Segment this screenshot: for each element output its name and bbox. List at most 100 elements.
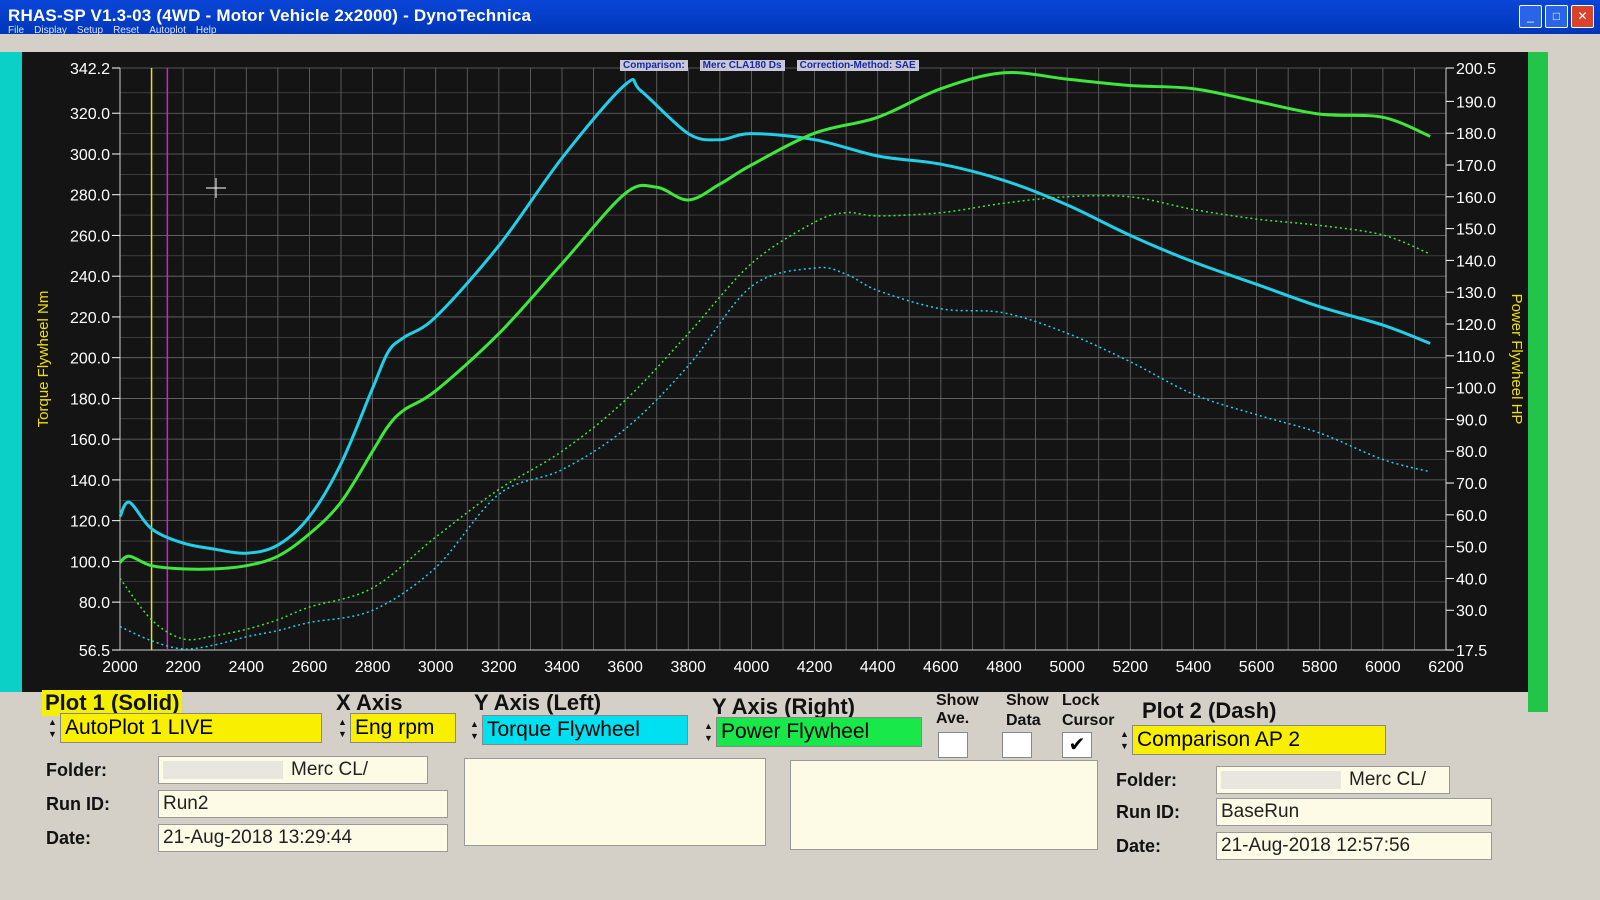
- comparison-info-bar: Comparison: Merc CLA180 Ds Correction-Meth…: [620, 60, 931, 72]
- plot1-folder-field[interactable]: Merc CL/: [158, 756, 428, 784]
- y-tick-label: 160.0: [70, 432, 110, 449]
- y2-tick-label: 200.5: [1456, 61, 1496, 78]
- plot2-notes-box[interactable]: [790, 760, 1098, 850]
- plot2-date-label: Date:: [1116, 836, 1162, 856]
- plot2-selector[interactable]: ▲ ▼ Comparison AP 2: [1120, 725, 1386, 755]
- y-tick-label: 80.0: [79, 595, 110, 612]
- x-tick-label: 4200: [797, 659, 833, 676]
- plot2-select-value[interactable]: Comparison AP 2: [1132, 725, 1386, 755]
- plot1-selector[interactable]: ▲ ▼ AutoPlot 1 LIVE: [48, 713, 322, 743]
- y-tick-label: 220.0: [70, 310, 110, 327]
- x-axis-select-value[interactable]: Eng rpm: [350, 713, 456, 743]
- x-tick-label: 5600: [1239, 659, 1275, 676]
- lock-cursor-label-1: Lock: [1062, 692, 1100, 709]
- show-ave-checkbox[interactable]: [938, 732, 968, 758]
- plot2-date-field[interactable]: 21-Aug-2018 12:57:56: [1216, 832, 1492, 860]
- y-tick-label: 56.5: [79, 643, 110, 660]
- plot1-folder-label: Folder:: [46, 760, 107, 780]
- plot2-header: Plot 2 (Dash): [1142, 698, 1277, 723]
- y2-tick-label: 170.0: [1456, 158, 1496, 175]
- y-tick-label: 260.0: [70, 228, 110, 245]
- y2-tick-label: 40.0: [1456, 571, 1487, 588]
- x-tick-label: 3000: [418, 659, 454, 676]
- y-axis-right-select-value[interactable]: Power Flywheel: [716, 717, 922, 747]
- x-tick-label: 6200: [1428, 659, 1464, 676]
- plot2-runid-label: Run ID:: [1116, 802, 1180, 822]
- y-tick-label: 200.0: [70, 351, 110, 368]
- y2-tick-label: 30.0: [1456, 603, 1487, 620]
- correction-method: Correction-Method: SAE: [796, 60, 919, 71]
- y-axis-left-selector[interactable]: ▲ ▼ Torque Flywheel: [470, 715, 688, 745]
- x-tick-label: 5000: [1049, 659, 1085, 676]
- y2-tick-label: 70.0: [1456, 476, 1487, 493]
- plot2-folder-value: Merc CL/: [1349, 769, 1427, 790]
- series-line-2-dash: [119, 266, 1431, 650]
- y-tick-label: 240.0: [70, 269, 110, 286]
- x-tick-label: 4000: [734, 659, 770, 676]
- y2-tick-label: 50.0: [1456, 540, 1487, 557]
- x-tick-label: 5800: [1302, 659, 1338, 676]
- show-data-label-2: Data: [1006, 712, 1041, 729]
- y2-axis-title: Power Flywheel HP: [1508, 294, 1525, 425]
- y-left-spin-icon[interactable]: ▲ ▼: [470, 716, 482, 744]
- y2-tick-label: 100.0: [1456, 381, 1496, 398]
- x-tick-label: 5400: [1176, 659, 1212, 676]
- x-tick-label: 4600: [923, 659, 959, 676]
- x-tick-label: 3800: [670, 659, 706, 676]
- plot1-date-label: Date:: [46, 828, 92, 848]
- x-tick-label: 2600: [292, 659, 328, 676]
- x-tick-label: 3400: [544, 659, 580, 676]
- y-tick-label: 140.0: [70, 473, 110, 490]
- plot2-runid-field[interactable]: BaseRun: [1216, 798, 1492, 826]
- plot1-runid-field[interactable]: Run2: [158, 790, 448, 818]
- y-tick-label: 120.0: [70, 514, 110, 531]
- x-axis-selector[interactable]: ▲ ▼ Eng rpm: [338, 713, 456, 743]
- y-axis-right-selector[interactable]: ▲ ▼ Power Flywheel: [704, 717, 922, 747]
- x-tick-label: 2200: [165, 659, 201, 676]
- y2-tick-label: 110.0: [1456, 349, 1495, 366]
- x-axis-spin-icon[interactable]: ▲ ▼: [338, 714, 350, 742]
- x-tick-label: 2400: [228, 659, 264, 676]
- x-tick-label: 4400: [860, 659, 896, 676]
- vehicle-name: Merc CLA180 Ds: [699, 60, 785, 71]
- series-line-3-dash: [119, 194, 1431, 641]
- y-tick-label: 280.0: [70, 188, 110, 205]
- show-ave-label-2: Ave.: [936, 710, 970, 727]
- y2-tick-label: 90.0: [1456, 412, 1487, 429]
- y2-tick-label: 190.0: [1456, 94, 1496, 111]
- y-right-spin-icon[interactable]: ▲ ▼: [704, 718, 716, 746]
- y-axis-left-header: Y Axis (Left): [474, 690, 602, 715]
- x-tick-label: 3200: [481, 659, 517, 676]
- show-data-label-1: Show: [1006, 692, 1049, 709]
- y-tick-label: 100.0: [70, 554, 110, 571]
- series-line-1-solid: [119, 71, 1431, 571]
- y2-tick-label: 130.0: [1456, 285, 1496, 302]
- y-axis-title: Torque Flywheel Nm: [35, 291, 52, 428]
- y-axis-left-select-value[interactable]: Torque Flywheel: [482, 715, 688, 745]
- plot1-notes-box[interactable]: [464, 758, 766, 846]
- lock-cursor-label-2: Cursor: [1062, 712, 1115, 729]
- y2-tick-label: 80.0: [1456, 444, 1487, 461]
- plot1-runid-label: Run ID:: [46, 794, 110, 814]
- lock-cursor-checkbox[interactable]: ✔: [1062, 732, 1092, 758]
- plot1-date-field[interactable]: 21-Aug-2018 13:29:44: [158, 824, 448, 852]
- x-tick-label: 2000: [102, 659, 138, 676]
- show-data-checkbox[interactable]: [1002, 732, 1032, 758]
- x-tick-label: 5200: [1112, 659, 1148, 676]
- x-tick-label: 2800: [355, 659, 391, 676]
- y-tick-label: 320.0: [70, 106, 110, 123]
- plot1-spin-icon[interactable]: ▲ ▼: [48, 714, 60, 742]
- plot2-spin-icon[interactable]: ▲ ▼: [1120, 726, 1132, 754]
- comparison-label: Comparison:: [620, 60, 688, 71]
- x-tick-label: 3600: [607, 659, 643, 676]
- plot1-select-value[interactable]: AutoPlot 1 LIVE: [60, 713, 322, 743]
- y2-tick-label: 160.0: [1456, 190, 1496, 207]
- show-ave-label-1: Show: [936, 692, 979, 709]
- x-tick-label: 4800: [986, 659, 1022, 676]
- y2-tick-label: 60.0: [1456, 508, 1487, 525]
- y-tick-label: 342.2: [70, 61, 110, 78]
- y2-tick-label: 140.0: [1456, 253, 1496, 270]
- dyno-chart[interactable]: 2000 2200 2400 2600 2800 3000 3200 3400 3600 3800…: [0, 0, 1600, 700]
- y-tick-label: 300.0: [70, 147, 110, 164]
- plot2-folder-field[interactable]: Merc CL/: [1216, 766, 1450, 794]
